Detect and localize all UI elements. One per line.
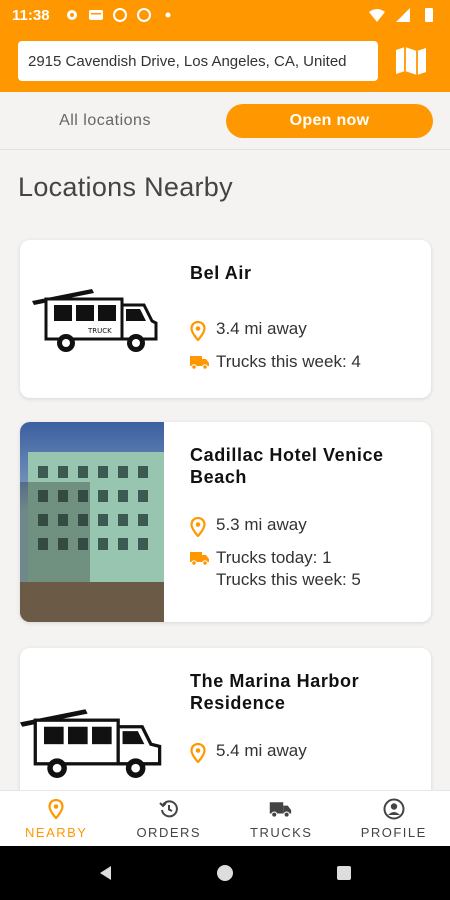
gear-icon bbox=[66, 10, 77, 20]
nav-label: NEARBY bbox=[25, 825, 88, 840]
location-pin-icon bbox=[190, 517, 206, 537]
nav-profile[interactable]: PROFILE bbox=[338, 791, 450, 846]
distance-text: 5.4 mi away bbox=[216, 741, 307, 760]
page-title: Locations Nearby bbox=[18, 172, 233, 202]
hotel-photo bbox=[20, 422, 164, 622]
signal-icon bbox=[396, 8, 410, 22]
message-icon bbox=[88, 10, 103, 20]
truck-icon bbox=[270, 802, 292, 818]
person-icon bbox=[383, 798, 405, 820]
recents-icon[interactable] bbox=[335, 864, 353, 882]
trucks-row: Trucks today: 1 Trucks this week: 5 bbox=[190, 547, 411, 591]
distance-row: 5.3 mi away bbox=[190, 514, 411, 537]
tab-all-locations[interactable]: All locations bbox=[0, 112, 210, 130]
location-filter: All locations Open now bbox=[0, 92, 450, 150]
trucks-row: Trucks this week: 4 bbox=[190, 351, 411, 373]
address-search-input[interactable]: 2915 Cavendish Drive, Los Angeles, CA, U… bbox=[18, 41, 378, 81]
battery-icon bbox=[425, 8, 433, 22]
trucks-week-text: Trucks this week: 4 bbox=[216, 352, 361, 371]
nav-orders[interactable]: ORDERS bbox=[113, 791, 226, 846]
nav-label: PROFILE bbox=[360, 825, 427, 840]
food-truck-icon: TRUCK bbox=[32, 289, 158, 352]
distance-text: 3.4 mi away bbox=[216, 319, 307, 338]
location-name: Cadillac Hotel Venice Beach bbox=[190, 445, 384, 487]
trucks-week-text: Trucks this week: 5 bbox=[216, 570, 361, 589]
truck-thumbnail: TRUCK bbox=[20, 240, 164, 398]
nav-label: ORDERS bbox=[136, 825, 202, 840]
location-name: Bel Air bbox=[190, 263, 252, 283]
location-pin-icon bbox=[190, 321, 206, 341]
nav-label: TRUCKS bbox=[250, 825, 313, 840]
status-notification-icons bbox=[64, 7, 176, 23]
system-nav-bar bbox=[0, 846, 450, 900]
tab-open-now[interactable]: Open now bbox=[226, 103, 433, 138]
truck-icon bbox=[190, 356, 209, 370]
location-name: The Marina Harbor Residence bbox=[190, 671, 360, 713]
trucks-today-text: Trucks today: 1 bbox=[216, 548, 332, 567]
app-header: 2915 Cavendish Drive, Los Angeles, CA, U… bbox=[0, 30, 450, 92]
location-pin-icon bbox=[190, 743, 206, 763]
nav-nearby[interactable]: NEARBY bbox=[0, 791, 113, 846]
location-pin-icon bbox=[48, 799, 64, 819]
distance-text: 5.3 mi away bbox=[216, 515, 307, 534]
home-icon[interactable] bbox=[215, 863, 235, 883]
distance-row: 3.4 mi away bbox=[190, 318, 411, 341]
bottom-navigation: NEARBY ORDERS TRUCKS PROFILE bbox=[0, 790, 450, 846]
svg-text:TRUCK: TRUCK bbox=[87, 327, 112, 335]
address-text: 2915 Cavendish Drive, Los Angeles, CA, U… bbox=[28, 52, 347, 70]
circle-app-icon-2 bbox=[136, 8, 151, 22]
map-view-button[interactable] bbox=[392, 42, 430, 80]
history-icon bbox=[159, 800, 178, 818]
circle-app-icon bbox=[112, 8, 127, 22]
status-bar: 11:38 bbox=[0, 0, 450, 30]
map-icon bbox=[396, 47, 426, 75]
back-icon[interactable] bbox=[97, 864, 115, 882]
truck-icon bbox=[190, 552, 209, 566]
status-system-icons bbox=[368, 7, 438, 23]
wifi-icon bbox=[369, 9, 385, 22]
distance-row: 5.4 mi away bbox=[190, 740, 411, 763]
food-truck-icon bbox=[20, 709, 162, 778]
dot-icon bbox=[165, 12, 171, 18]
location-card[interactable]: TRUCK Bel Air 3.4 mi away Trucks this we… bbox=[20, 240, 431, 398]
location-card[interactable]: Cadillac Hotel Venice Beach 5.3 mi away … bbox=[20, 422, 431, 622]
status-time: 11:38 bbox=[12, 6, 50, 24]
nav-trucks[interactable]: TRUCKS bbox=[225, 791, 338, 846]
